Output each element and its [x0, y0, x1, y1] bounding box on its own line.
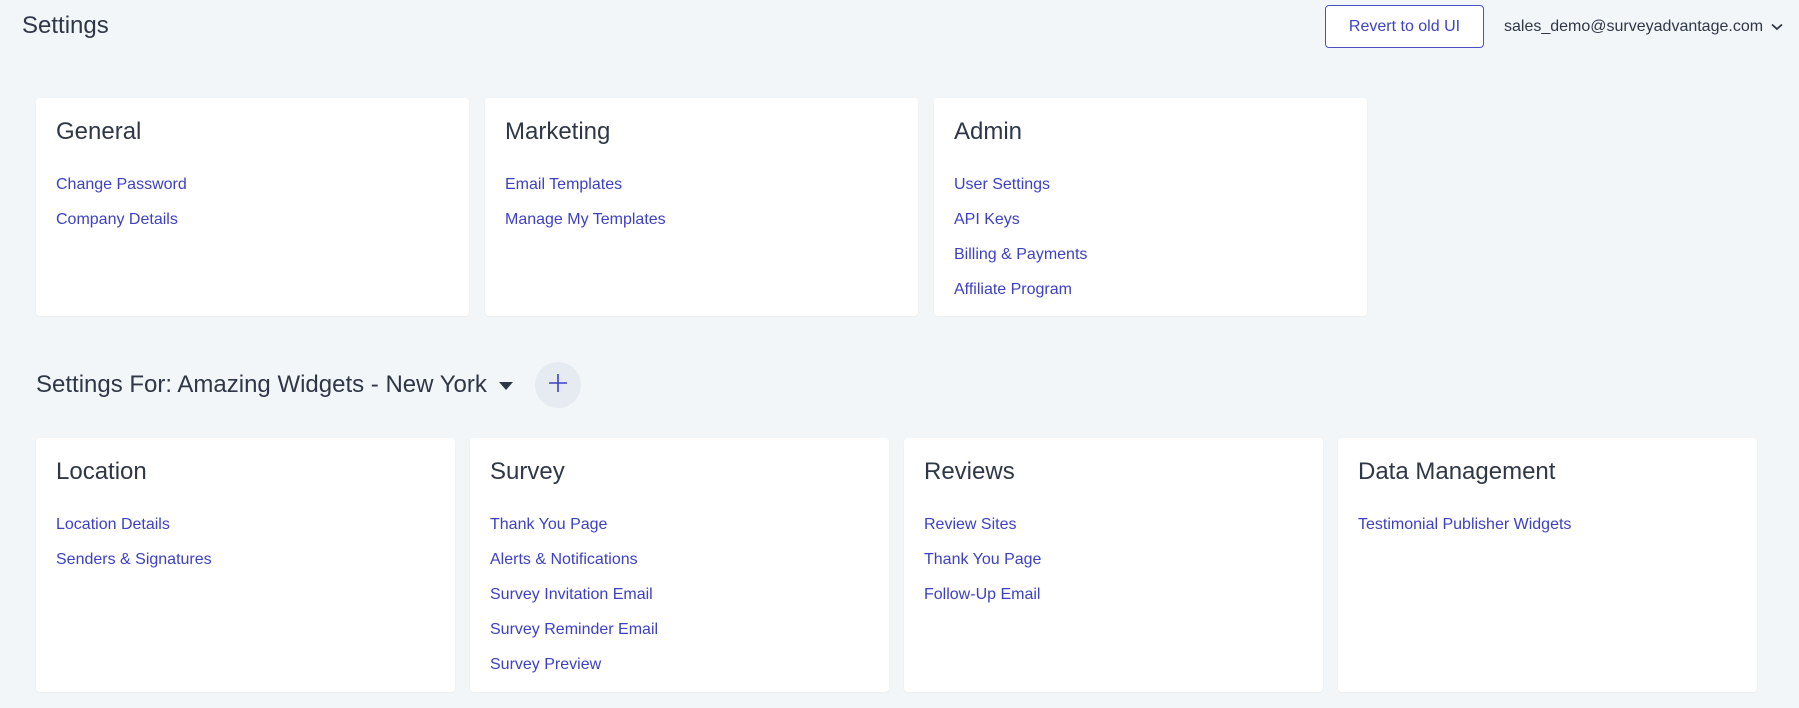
top-bar: Settings Revert to old UI sales_demo@sur… [0, 0, 1799, 54]
general-links: Change Password Company Details [56, 176, 187, 246]
testimonial-publisher-widgets-link[interactable]: Testimonial Publisher Widgets [1358, 516, 1571, 533]
location-settings-title: Settings For: Amazing Widgets - New York [36, 371, 487, 398]
survey-invitation-email-link[interactable]: Survey Invitation Email [490, 586, 653, 603]
reviews-thank-you-page-link[interactable]: Thank You Page [924, 551, 1041, 568]
affiliate-program-link[interactable]: Affiliate Program [954, 281, 1072, 298]
company-details-link[interactable]: Company Details [56, 211, 178, 228]
review-sites-link[interactable]: Review Sites [924, 516, 1016, 533]
data-management-card: Data Management Testimonial Publisher Wi… [1338, 438, 1757, 692]
billing-payments-link[interactable]: Billing & Payments [954, 246, 1087, 263]
alerts-notifications-link[interactable]: Alerts & Notifications [490, 551, 638, 568]
survey-thank-you-page-link[interactable]: Thank You Page [490, 516, 607, 533]
user-menu[interactable]: sales_demo@surveyadvantage.com [1504, 15, 1783, 39]
card-title-admin: Admin [954, 118, 1023, 145]
location-selector-row: Settings For: Amazing Widgets - New York [36, 362, 581, 408]
admin-card: Admin User Settings API Keys Billing & P… [934, 98, 1367, 316]
reviews-links: Review Sites Thank You Page Follow-Up Em… [924, 516, 1041, 621]
location-card: Location Location Details Senders & Sign… [36, 438, 455, 692]
chevron-down-icon [1771, 23, 1783, 31]
card-title-survey: Survey [490, 458, 565, 485]
page-title: Settings [22, 12, 109, 39]
card-title-data-management: Data Management [1358, 458, 1556, 485]
revert-to-old-ui-button[interactable]: Revert to old UI [1325, 5, 1484, 48]
card-title-general: General [56, 118, 142, 145]
email-templates-link[interactable]: Email Templates [505, 176, 622, 193]
marketing-card: Marketing Email Templates Manage My Temp… [485, 98, 918, 316]
api-keys-link[interactable]: API Keys [954, 211, 1020, 228]
user-email: sales_demo@surveyadvantage.com [1504, 18, 1764, 35]
caret-down-icon[interactable] [498, 377, 513, 395]
manage-my-templates-link[interactable]: Manage My Templates [505, 211, 666, 228]
card-title-location: Location [56, 458, 147, 485]
add-location-button[interactable] [534, 362, 581, 408]
senders-signatures-link[interactable]: Senders & Signatures [56, 551, 212, 568]
plus-icon [548, 373, 568, 398]
location-details-link[interactable]: Location Details [56, 516, 170, 533]
general-card: General Change Password Company Details [36, 98, 469, 316]
marketing-links: Email Templates Manage My Templates [505, 176, 666, 246]
survey-preview-link[interactable]: Survey Preview [490, 656, 601, 673]
user-settings-link[interactable]: User Settings [954, 176, 1050, 193]
card-title-reviews: Reviews [924, 458, 1015, 485]
location-links: Location Details Senders & Signatures [56, 516, 212, 586]
follow-up-email-link[interactable]: Follow-Up Email [924, 586, 1040, 603]
data-management-links: Testimonial Publisher Widgets [1358, 516, 1571, 551]
survey-reminder-email-link[interactable]: Survey Reminder Email [490, 621, 658, 638]
card-title-marketing: Marketing [505, 118, 611, 145]
admin-links: User Settings API Keys Billing & Payment… [954, 176, 1087, 316]
survey-card: Survey Thank You Page Alerts & Notificat… [470, 438, 889, 692]
change-password-link[interactable]: Change Password [56, 176, 187, 193]
reviews-card: Reviews Review Sites Thank You Page Foll… [904, 438, 1323, 692]
survey-links: Thank You Page Alerts & Notifications Su… [490, 516, 658, 691]
